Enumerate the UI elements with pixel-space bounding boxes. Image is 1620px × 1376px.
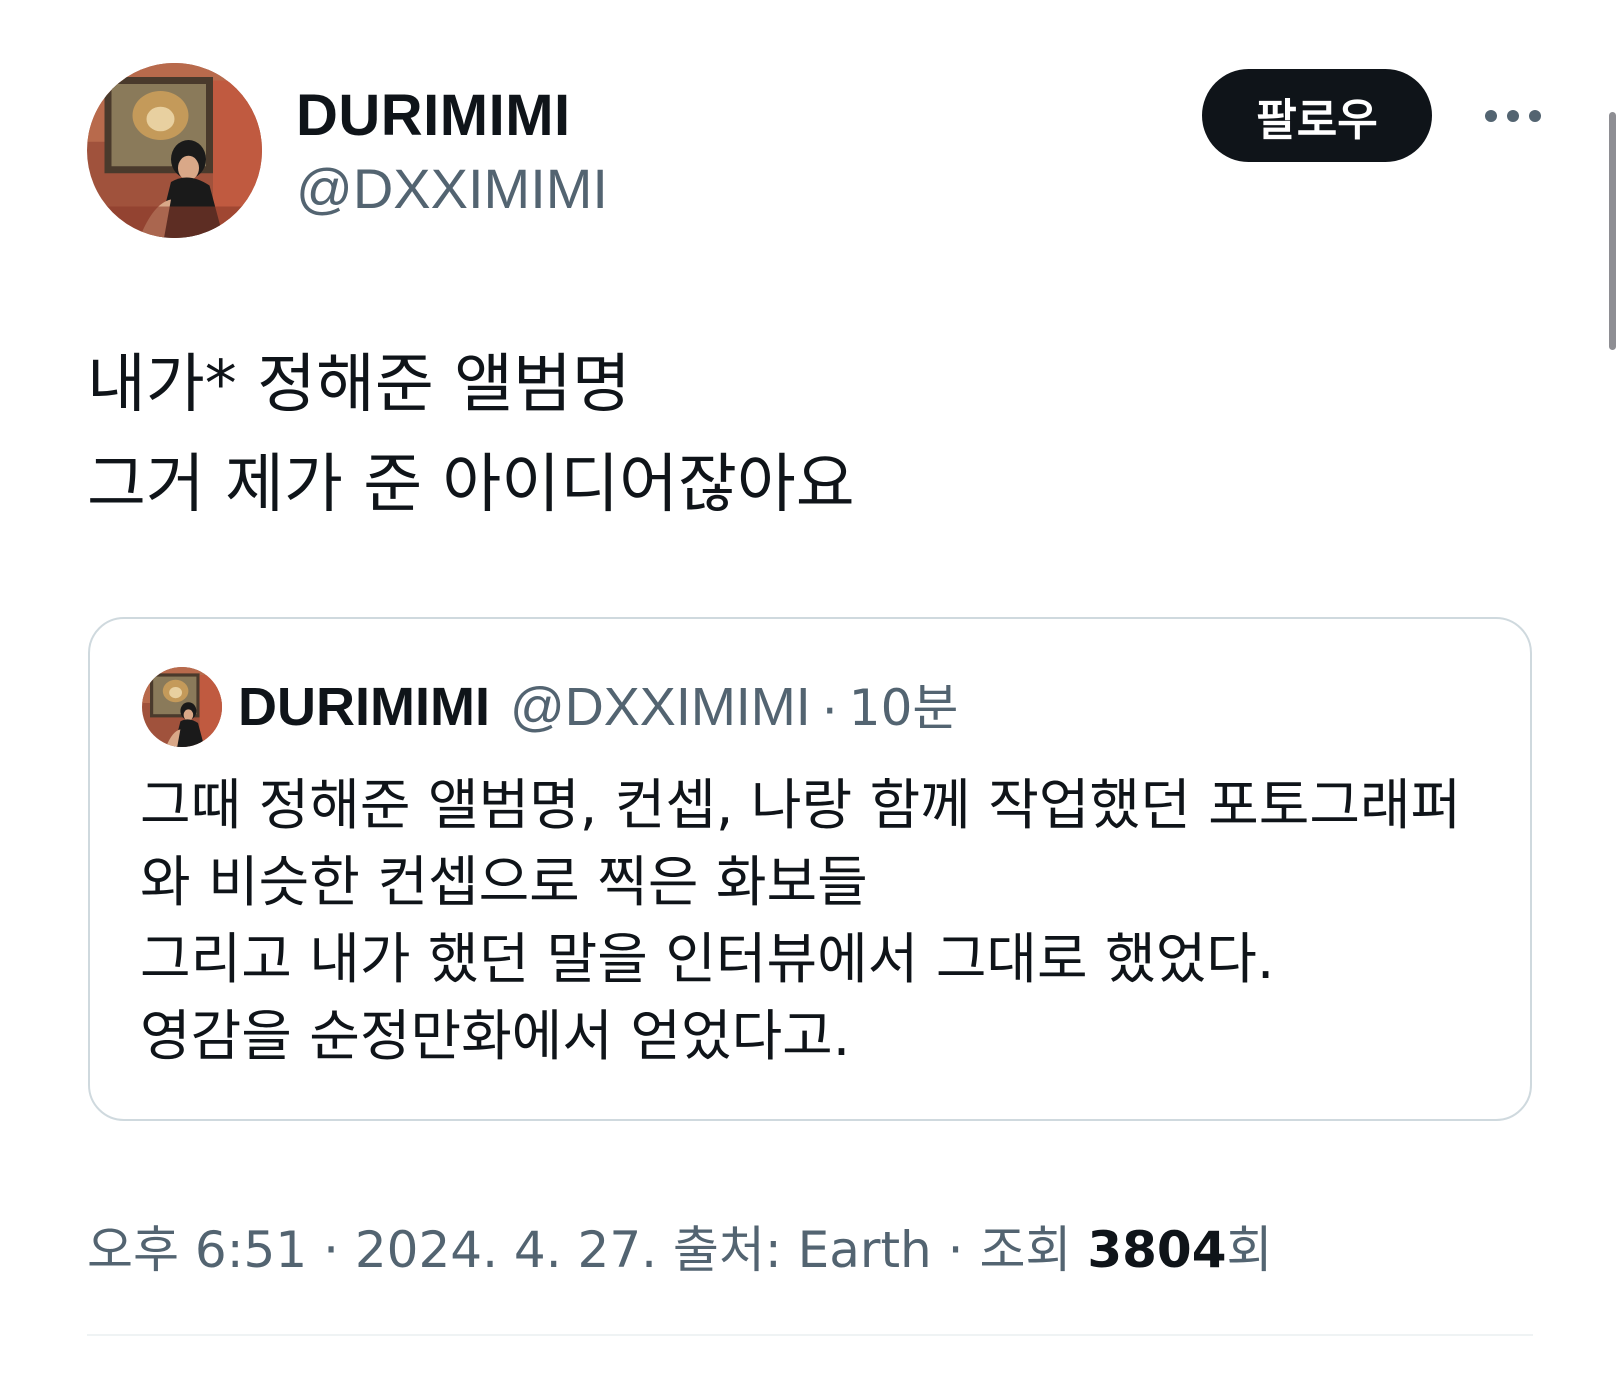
quoted-author-handle: @DXXIMIMI <box>509 677 811 737</box>
views-count: 3804 <box>1087 1221 1227 1279</box>
tweet-source: 출처: Earth <box>657 1221 932 1279</box>
separator: · <box>820 677 839 737</box>
tweet-text: 내가* 정해준 앨범명 그거 제가 준 아이디어잖아요 <box>87 348 855 522</box>
views-label: 조회 <box>979 1221 1088 1279</box>
views-suffix: 회 <box>1226 1221 1273 1279</box>
avatar-image <box>142 667 222 747</box>
scrollbar[interactable] <box>1609 112 1616 350</box>
tweet-time[interactable]: 오후 6:51 <box>87 1221 307 1279</box>
dot-icon <box>1529 110 1541 122</box>
separator: · <box>931 1221 980 1279</box>
quoted-tweet-card[interactable]: DURIMIMI @DXXIMIMI · 10분 그때 정해준 앨범명, 컨셉, 나랑… <box>88 617 1532 1121</box>
author-avatar[interactable] <box>87 63 262 238</box>
dot-icon <box>1485 110 1497 122</box>
tweet-meta: 오후 6:51 · 2024. 4. 27. 출처: Earth · 조회 38… <box>87 1215 1273 1285</box>
author-display-name[interactable]: DURIMIMI <box>296 82 571 150</box>
divider <box>87 1334 1533 1336</box>
follow-button[interactable]: 팔로우 <box>1202 69 1432 162</box>
tweet-detail-page: DURIMIMI @DXXIMIMI 팔로우 내가* 정해준 앨범명 그거 제가… <box>0 0 1620 1376</box>
quoted-tweet-text: 그때 정해준 앨범명, 컨셉, 나랑 함께 작업했던 포토그래퍼 와 비슷한 컨… <box>140 773 1462 1068</box>
avatar-image <box>87 63 262 238</box>
tweet-date[interactable]: 2024. 4. 27. <box>355 1221 657 1279</box>
dot-icon <box>1507 110 1519 122</box>
more-options-icon[interactable] <box>1468 96 1558 136</box>
quoted-tweet-header: DURIMIMI @DXXIMIMI · 10분 <box>238 675 958 740</box>
author-handle[interactable]: @DXXIMIMI <box>296 156 608 222</box>
quoted-author-name: DURIMIMI <box>238 677 490 737</box>
quoted-tweet-time: 10분 <box>848 679 959 737</box>
separator: · <box>307 1221 355 1279</box>
quoted-author-avatar <box>142 667 222 747</box>
